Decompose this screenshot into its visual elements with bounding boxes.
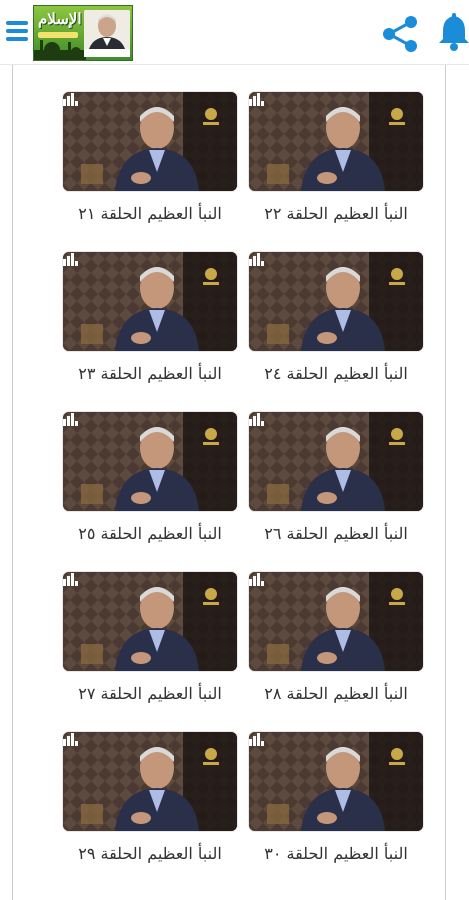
app-logo[interactable]: الإسلام — [33, 5, 133, 61]
episode-thumbnail[interactable] — [249, 92, 423, 191]
share-icon[interactable] — [380, 14, 420, 54]
episode-thumbnail[interactable] — [63, 412, 237, 511]
author-name-strip — [84, 49, 130, 57]
episode-title: النبأ العظيم الحلقة ٢٩ — [78, 844, 222, 863]
episode-title: النبأ العظيم الحلقة ٣٠ — [264, 844, 408, 863]
episode-card[interactable]: النبأ العظيم الحلقة ٢٤ — [249, 252, 435, 412]
episode-title: النبأ العظيم الحلقة ٢٤ — [264, 364, 408, 383]
episode-thumbnail[interactable] — [63, 732, 237, 831]
episode-card[interactable]: النبأ العظيم الحلقة ٢٩ — [63, 732, 249, 892]
signal-bars-icon — [63, 573, 78, 586]
episode-card[interactable]: النبأ العظيم الحلقة ٢٧ — [63, 572, 249, 732]
episode-title: النبأ العظيم الحلقة ٢٨ — [264, 684, 408, 703]
signal-bars-icon — [63, 733, 78, 746]
episode-thumbnail[interactable] — [63, 252, 237, 351]
episode-card[interactable]: النبأ العظيم الحلقة ٢١ — [63, 92, 249, 252]
episode-thumbnail[interactable] — [63, 572, 237, 671]
episode-title: النبأ العظيم الحلقة ٢١ — [78, 204, 222, 223]
episode-card[interactable]: النبأ العظيم الحلقة ٢٦ — [249, 412, 435, 572]
hamburger-menu-icon[interactable] — [6, 18, 28, 46]
episode-title: النبأ العظيم الحلقة ٢٥ — [78, 524, 222, 543]
episode-list: النبأ العظيم الحلقة ٢٢ النبأ العظيم الحل… — [12, 64, 446, 900]
mosque-silhouette-icon — [34, 40, 86, 60]
signal-bars-icon — [63, 93, 78, 106]
episode-thumbnail[interactable] — [249, 572, 423, 671]
episode-card[interactable]: النبأ العظيم الحلقة ٢٥ — [63, 412, 249, 572]
episode-thumbnail[interactable] — [63, 92, 237, 191]
episode-title: النبأ العظيم الحلقة ٢٦ — [264, 524, 408, 543]
episode-card[interactable]: النبأ العظيم الحلقة ٢٣ — [63, 252, 249, 412]
signal-bars-icon — [249, 413, 264, 426]
bell-icon[interactable] — [438, 12, 469, 52]
episode-card[interactable]: النبأ العظيم الحلقة ٣٠ — [249, 732, 435, 892]
episode-title: النبأ العظيم الحلقة ٢٣ — [78, 364, 222, 383]
logo-text: الإسلام — [38, 10, 82, 28]
episode-grid: النبأ العظيم الحلقة ٢٢ النبأ العظيم الحل… — [63, 92, 435, 892]
signal-bars-icon — [249, 733, 264, 746]
signal-bars-icon — [249, 93, 264, 106]
signal-bars-icon — [63, 413, 78, 426]
episode-card[interactable]: النبأ العظيم الحلقة ٢٨ — [249, 572, 435, 732]
episode-title: النبأ العظيم الحلقة ٢٧ — [78, 684, 222, 703]
episode-thumbnail[interactable] — [249, 412, 423, 511]
episode-thumbnail[interactable] — [249, 732, 423, 831]
top-app-bar: الإسلام — [0, 0, 469, 65]
signal-bars-icon — [249, 253, 264, 266]
author-portrait — [84, 10, 130, 52]
episode-card[interactable]: النبأ العظيم الحلقة ٢٢ — [249, 92, 435, 252]
signal-bars-icon — [249, 573, 264, 586]
episode-thumbnail[interactable] — [249, 252, 423, 351]
signal-bars-icon — [63, 253, 78, 266]
episode-title: النبأ العظيم الحلقة ٢٢ — [264, 204, 408, 223]
